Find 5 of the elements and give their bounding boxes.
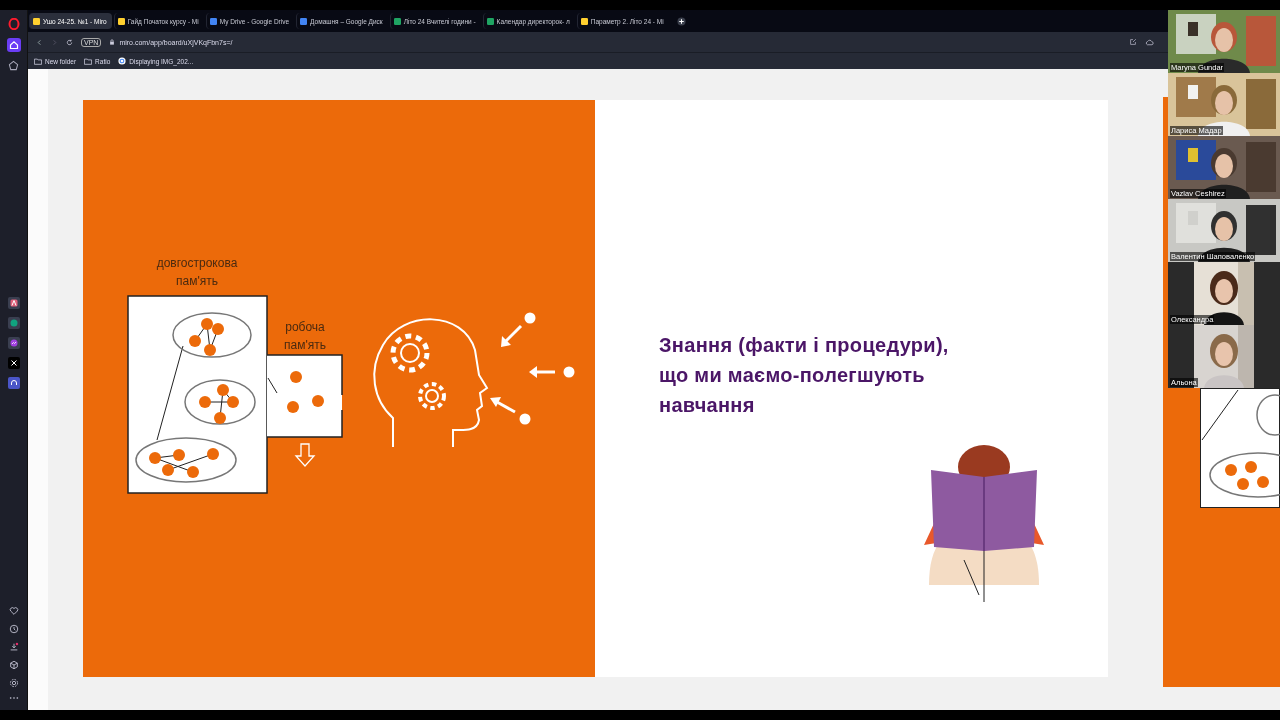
diagram-label: довгострокова: [156, 256, 238, 270]
diagram-label: робоча: [285, 320, 325, 334]
diagram-label: пам'ять: [176, 274, 218, 288]
slide-heading: Знання (факти і процедури), що ми маємо-полегшують навчання: [659, 333, 950, 418]
diagram-label: пам'ять: [284, 338, 326, 352]
